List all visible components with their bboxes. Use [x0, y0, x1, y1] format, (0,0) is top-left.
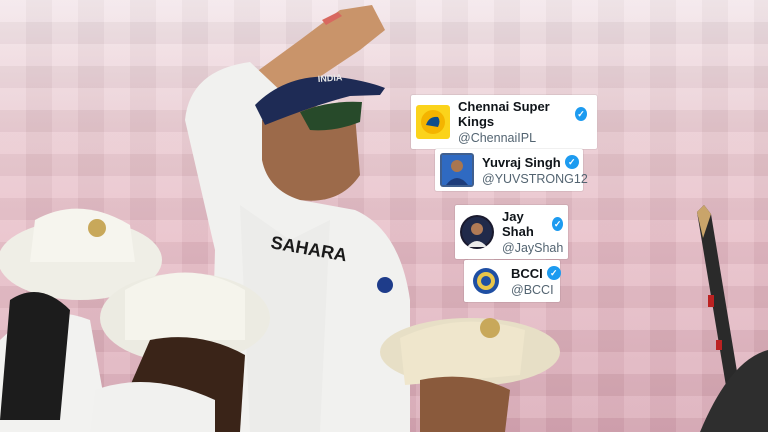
verified-badge-icon: ✓	[552, 217, 564, 231]
bcci-crest-icon	[469, 264, 503, 298]
account-name: Jay Shah	[502, 209, 534, 239]
verified-badge-icon: ✓	[564, 155, 579, 169]
verified-badge-icon: ✓	[546, 266, 561, 280]
account-card-yuvraj[interactable]: Yuvraj Singh ✓ @YUVSTRONG12	[435, 149, 588, 191]
account-card-bcci[interactable]: BCCI ✓ @BCCI	[464, 260, 561, 302]
player-photo-avatar	[440, 153, 474, 187]
account-name: BCCI	[511, 265, 543, 281]
account-handle: @ChennaiIPL	[458, 131, 537, 145]
account-handle: @JayShah	[502, 241, 564, 255]
person-photo-avatar	[460, 215, 494, 249]
verified-badge-icon: ✓	[574, 107, 587, 121]
account-handle: @BCCI	[511, 282, 554, 297]
csk-lion-logo-icon	[416, 105, 450, 139]
account-card-jay-shah[interactable]: Jay Shah ✓ @JayShah	[455, 205, 568, 259]
account-name: Yuvraj Singh	[482, 154, 561, 170]
account-name: Chennai Super Kings	[458, 99, 550, 129]
account-card-csk[interactable]: Chennai Super Kings ✓ @ChennaiIPL	[411, 95, 597, 149]
celebration-photo: SAHARA INDIA Chennai Super Kings ✓ @Chen…	[0, 0, 768, 432]
cap-text: INDIA	[317, 72, 343, 84]
players-illustration: SAHARA INDIA	[0, 5, 768, 432]
account-handle: @YUVSTRONG12	[482, 171, 588, 186]
